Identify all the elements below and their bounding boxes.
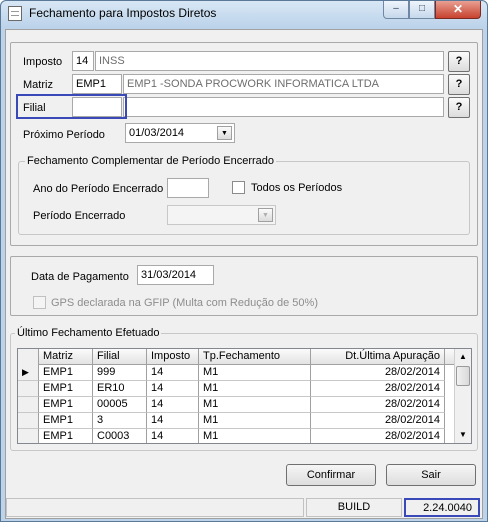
grid-header: Matriz Filial Imposto Tp.Fechamento Dt.Ú… [18, 349, 455, 365]
column-header[interactable]: Dt.Última Apuração [311, 349, 445, 365]
row-indicator [18, 381, 39, 397]
minimize-button[interactable]: – [383, 1, 409, 19]
build-label: BUILD [306, 498, 402, 517]
version-label: 2.24.0040 [404, 498, 480, 517]
imposto-desc-field: INSS [95, 51, 444, 71]
periodo-encerrado-label: Período Encerrado [33, 210, 126, 222]
data-pagamento-field[interactable]: 31/03/2014 [137, 265, 214, 285]
imposto-lookup-button[interactable]: ? [448, 51, 470, 72]
table-cell: M1 [199, 413, 311, 429]
row-indicator [18, 413, 39, 429]
column-header[interactable]: Imposto [147, 349, 199, 365]
filial-highlight-box [16, 94, 127, 119]
table-row[interactable]: EMP1 00005 14 M1 28/02/2014 [18, 397, 455, 413]
table-cell: 14 [147, 381, 199, 397]
app-icon [8, 6, 22, 21]
matriz-desc-field: EMP1 -SONDA PROCWORK INFORMATICA LTDA [123, 74, 444, 94]
gps-checkbox[interactable] [33, 296, 46, 309]
data-pagamento-label: Data de Pagamento [31, 271, 129, 283]
table-cell: 28/02/2014 [311, 429, 445, 443]
proximo-periodo-select[interactable]: 01/03/2014 ▼ [125, 123, 235, 143]
table-row[interactable]: EMP1 3 14 M1 28/02/2014 [18, 413, 455, 429]
proximo-periodo-value: 01/03/2014 [129, 127, 185, 139]
title-bar[interactable]: Fechamento para Impostos Diretos – □ ✕ [1, 1, 487, 27]
table-cell: EMP1 [39, 381, 93, 397]
status-panel-empty [6, 498, 304, 517]
window-title: Fechamento para Impostos Diretos [29, 6, 217, 20]
grid-indicator-header [18, 349, 39, 365]
filial-lookup-button[interactable]: ? [448, 97, 470, 118]
row-indicator-icon: ▶ [18, 365, 39, 381]
scroll-down-icon[interactable]: ▼ [455, 427, 471, 443]
table-cell: M1 [199, 381, 311, 397]
close-button[interactable]: ✕ [435, 1, 481, 19]
periodo-encerrado-select[interactable]: ▼ [167, 205, 276, 225]
proximo-periodo-label: Próximo Período [23, 129, 105, 141]
table-cell: EMP1 [39, 365, 93, 381]
table-cell: 00005 [93, 397, 147, 413]
table-cell: 14 [147, 365, 199, 381]
ano-periodo-field[interactable] [167, 178, 209, 198]
table-cell: ER10 [93, 381, 147, 397]
filial-desc-field [123, 97, 444, 117]
table-row[interactable]: EMP1 ER10 14 M1 28/02/2014 [18, 381, 455, 397]
chevron-down-icon[interactable]: ▼ [217, 126, 232, 140]
ano-periodo-label: Ano do Período Encerrado [33, 183, 164, 195]
maximize-button[interactable]: □ [409, 1, 435, 19]
todos-periodos-checkbox[interactable] [232, 181, 245, 194]
imposto-label: Imposto [23, 56, 63, 68]
pagamento-panel: Data de Pagamento 31/03/2014 GPS declara… [10, 256, 478, 316]
table-cell: EMP1 [39, 397, 93, 413]
table-cell: 28/02/2014 [311, 397, 445, 413]
table-cell: 28/02/2014 [311, 365, 445, 381]
client-area: Imposto 14 INSS ? Matriz EMP1 EMP1 -SOND… [5, 29, 483, 519]
table-cell: M1 [199, 397, 311, 413]
table-row[interactable]: ▶ EMP1 999 14 M1 28/02/2014 [18, 365, 455, 381]
table-cell: 3 [93, 413, 147, 429]
column-header[interactable]: Filial [93, 349, 147, 365]
table-cell: 28/02/2014 [311, 413, 445, 429]
gps-label: GPS declarada na GFIP (Multa com Redução… [51, 297, 318, 309]
main-panel: Imposto 14 INSS ? Matriz EMP1 EMP1 -SOND… [10, 42, 478, 246]
status-bar: BUILD 2.24.0040 [6, 496, 482, 518]
table-cell: 28/02/2014 [311, 381, 445, 397]
table-cell: EMP1 [39, 429, 93, 443]
table-cell: 999 [93, 365, 147, 381]
table-cell: 14 [147, 429, 199, 443]
column-header[interactable]: Tp.Fechamento [199, 349, 311, 365]
matriz-label: Matriz [23, 79, 53, 91]
sair-button[interactable]: Sair [386, 464, 476, 486]
table-row[interactable]: EMP1 C0003 14 M1 28/02/2014 [18, 429, 455, 443]
complementar-title: Fechamento Complementar de Período Encer… [25, 155, 277, 167]
row-indicator [18, 397, 39, 413]
ultimo-fechamento-title: Último Fechamento Efetuado [15, 327, 162, 339]
chevron-down-icon: ▼ [258, 208, 273, 222]
table-cell: EMP1 [39, 413, 93, 429]
table-cell: C0003 [93, 429, 147, 443]
table-cell: M1 [199, 429, 311, 443]
table-cell: 14 [147, 397, 199, 413]
row-indicator [18, 429, 39, 443]
table-cell: 14 [147, 413, 199, 429]
ultimo-fechamento-grid[interactable]: Matriz Filial Imposto Tp.Fechamento Dt.Ú… [17, 348, 472, 444]
matriz-lookup-button[interactable]: ? [448, 74, 470, 95]
scroll-up-icon[interactable]: ▲ [455, 349, 471, 365]
matriz-code-field[interactable]: EMP1 [72, 74, 122, 94]
imposto-code-field[interactable]: 14 [72, 51, 94, 71]
complementar-groupbox: Fechamento Complementar de Período Encer… [18, 155, 470, 235]
scroll-thumb[interactable] [456, 366, 470, 386]
confirmar-button[interactable]: Confirmar [286, 464, 376, 486]
column-header[interactable]: Matriz [39, 349, 93, 365]
main-window: Fechamento para Impostos Diretos – □ ✕ I… [0, 0, 488, 522]
grid-scrollbar[interactable]: ▲ ▼ [454, 349, 471, 443]
todos-periodos-label: Todos os Períodos [251, 182, 343, 194]
table-cell: M1 [199, 365, 311, 381]
